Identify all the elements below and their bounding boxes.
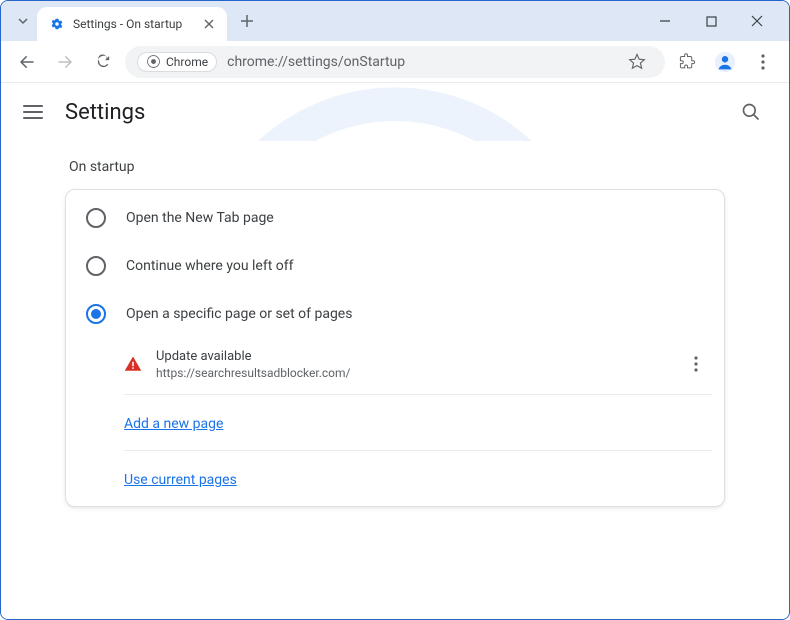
content-area: On startup Open the New Tab page Continu… [1,141,789,619]
close-icon [204,19,214,29]
gear-icon [49,16,65,32]
star-icon [628,53,646,71]
page-title: Settings [65,100,145,125]
radio-label: Open the New Tab page [126,210,274,226]
radio-label: Continue where you left off [126,258,294,274]
bookmark-button[interactable] [621,46,653,78]
page-entry-menu-button[interactable] [680,348,712,380]
maximize-button[interactable] [697,7,725,35]
chrome-chip-label: Chrome [166,55,208,69]
url-text: chrome://settings/onStartup [227,54,405,70]
titlebar: Settings - On startup [1,1,789,41]
arrow-right-icon [56,53,74,71]
page-entry-url: https://searchresultsadblocker.com/ [156,366,666,380]
settings-search-button[interactable] [735,96,767,128]
page-entry-title: Update available [156,349,666,364]
browser-tab[interactable]: Settings - On startup [37,7,227,41]
nav-forward-button[interactable] [49,46,81,78]
reload-button[interactable] [87,46,119,78]
radio-new-tab[interactable]: Open the New Tab page [66,194,724,242]
warning-icon [124,355,142,373]
nav-back-button[interactable] [11,46,43,78]
divider [124,394,712,395]
close-icon [751,15,763,27]
tab-title: Settings - On startup [73,17,193,31]
menu-button[interactable] [23,105,43,119]
radio-icon [86,208,106,228]
startup-page-entry: Update available https://searchresultsad… [124,338,712,390]
tab-search-dropdown[interactable] [9,7,37,35]
chrome-logo-icon [146,55,160,69]
avatar-icon [714,51,736,73]
browser-toolbar: Chrome chrome://settings/onStartup [1,41,789,83]
minimize-button[interactable] [651,7,679,35]
minimize-icon [659,15,671,27]
add-page-row[interactable]: Add a new page [124,399,712,446]
maximize-icon [706,16,717,27]
radio-specific-pages[interactable]: Open a specific page or set of pages [66,290,724,338]
site-info-chip[interactable]: Chrome [137,52,217,72]
startup-card: Open the New Tab page Continue where you… [65,189,725,507]
browser-menu-button[interactable] [747,46,779,78]
chevron-down-icon [17,15,29,27]
puzzle-icon [679,53,696,70]
radio-label: Open a specific page or set of pages [126,306,352,322]
radio-icon [86,256,106,276]
tab-close-button[interactable] [201,16,217,32]
profile-button[interactable] [709,46,741,78]
use-current-row[interactable]: Use current pages [124,455,712,502]
arrow-left-icon [18,53,36,71]
search-icon [741,102,761,122]
extensions-button[interactable] [671,46,703,78]
reload-icon [95,53,112,70]
radio-continue[interactable]: Continue where you left off [66,242,724,290]
radio-icon-selected [86,304,106,324]
plus-icon [240,14,254,28]
window-controls [651,7,781,35]
divider [124,450,712,451]
add-page-link[interactable]: Add a new page [124,416,223,432]
new-tab-button[interactable] [233,7,261,35]
dots-vertical-icon [694,356,698,372]
address-bar[interactable]: Chrome chrome://settings/onStartup [125,46,665,78]
hamburger-icon [23,105,43,107]
section-title: On startup [65,141,725,189]
dots-vertical-icon [761,54,765,70]
settings-header: Settings [1,83,789,141]
use-current-link[interactable]: Use current pages [124,472,237,488]
close-window-button[interactable] [743,7,771,35]
